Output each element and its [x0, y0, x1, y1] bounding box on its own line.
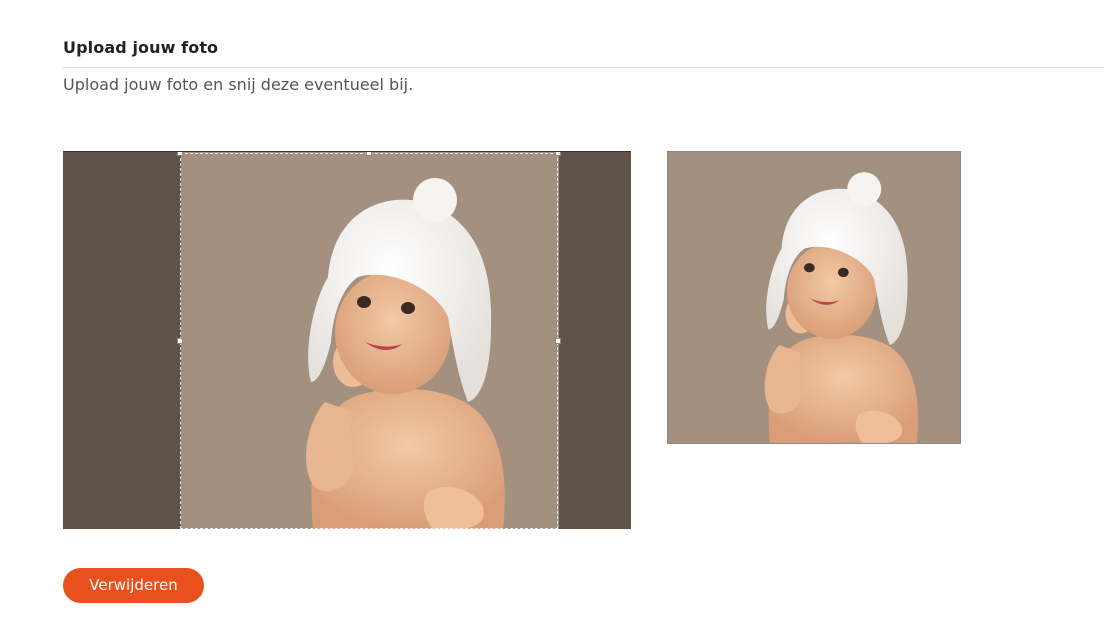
divider: [63, 67, 1104, 68]
crop-preview: [667, 151, 961, 444]
crop-handle-left[interactable]: [177, 338, 183, 344]
section-title: Upload jouw foto: [63, 38, 219, 57]
crop-selection-frame[interactable]: [177, 152, 561, 529]
remove-button[interactable]: Verwijderen: [63, 568, 204, 603]
photo-crop-area[interactable]: [63, 151, 631, 529]
crop-handle-right[interactable]: [555, 338, 561, 344]
crop-handle-top[interactable]: [366, 152, 372, 156]
preview-photo: [668, 152, 960, 443]
crop-handle-top-left[interactable]: [177, 152, 183, 156]
section-description: Upload jouw foto en snij deze eventueel …: [63, 75, 414, 94]
upload-photo-section: Upload jouw foto Upload jouw foto en sni…: [0, 0, 1104, 620]
crop-handle-top-right[interactable]: [555, 152, 561, 156]
